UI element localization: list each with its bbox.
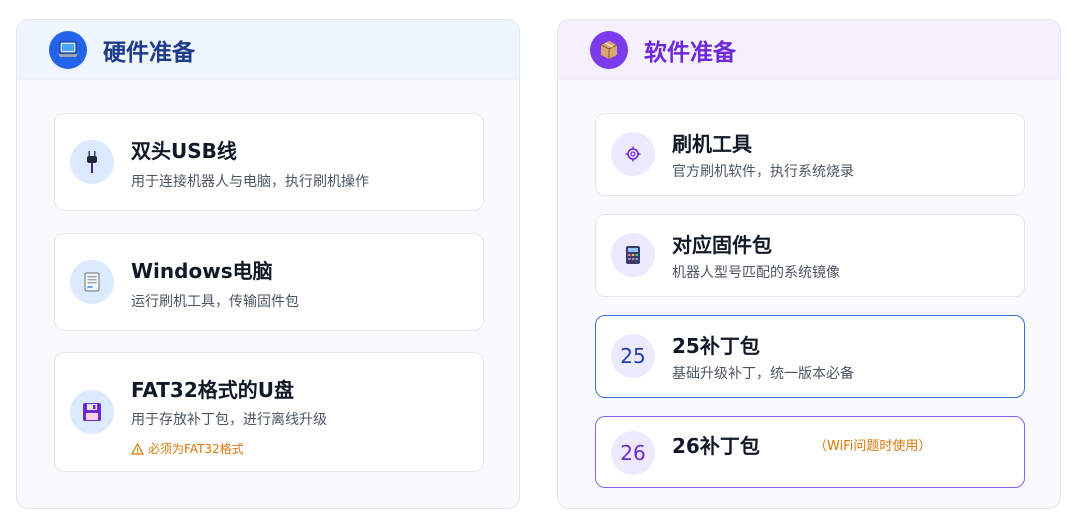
software-item-flash-tool[interactable]: 刷机工具 官方刷机软件，执行系统烧录 <box>595 113 1025 196</box>
item-desc: 用于连接机器人与电脑，执行刷机操作 <box>131 174 369 190</box>
item-desc: 运行刷机工具，传输固件包 <box>131 294 299 310</box>
software-item-patch-25[interactable]: 25 25补丁包 基础升级补丁，统一版本必备 <box>595 315 1025 398</box>
floppy-disk-icon <box>70 390 114 434</box>
computer-icon <box>70 260 114 304</box>
software-panel-header: 软件准备 <box>558 20 1060 80</box>
item-title: 25补丁包 <box>672 334 760 358</box>
item-title: FAT32格式的U盘 <box>131 378 295 402</box>
hardware-item-usb-drive[interactable]: FAT32格式的U盘 用于存放补丁包，进行离线升级 必须为FAT32格式 <box>54 352 484 472</box>
hardware-item-windows-pc[interactable]: Windows电脑 运行刷机工具，传输固件包 <box>54 233 484 331</box>
item-desc: 官方刷机软件，执行系统烧录 <box>672 164 854 180</box>
software-panel: 软件准备 刷机工具 官方刷机软件，执行系统烧录 对应固件包 机器人型号匹配的系统… <box>557 19 1061 509</box>
software-panel-title: 软件准备 <box>644 39 736 66</box>
item-desc: 机器人型号匹配的系统镜像 <box>672 265 840 281</box>
item-title: Windows电脑 <box>131 259 273 283</box>
calculator-icon <box>611 233 655 277</box>
software-item-firmware[interactable]: 对应固件包 机器人型号匹配的系统镜像 <box>595 214 1025 297</box>
item-title: 对应固件包 <box>672 233 772 257</box>
item-title: 双头USB线 <box>131 139 237 163</box>
format-warning: 必须为FAT32格式 <box>131 440 244 457</box>
hardware-panel-title: 硬件准备 <box>103 39 195 66</box>
warning-icon <box>131 442 144 455</box>
patch-26-badge: 26 <box>611 431 655 475</box>
item-desc: 用于存放补丁包，进行离线升级 <box>131 412 327 428</box>
hardware-item-usb-cable[interactable]: 双头USB线 用于连接机器人与电脑，执行刷机操作 <box>54 113 484 211</box>
patch-25-badge: 25 <box>611 334 655 378</box>
item-title: 刷机工具 <box>672 132 752 156</box>
laptop-icon <box>49 30 87 69</box>
gear-icon <box>611 132 655 176</box>
item-title: 26补丁包 <box>672 434 760 458</box>
item-desc: 基础升级补丁，统一版本必备 <box>672 366 854 382</box>
package-icon <box>590 30 628 69</box>
warning-text: 必须为FAT32格式 <box>148 442 244 456</box>
badge-number: 26 <box>620 441 646 465</box>
hardware-panel-header: 硬件准备 <box>17 20 519 80</box>
item-note: （WiFi问题时使用） <box>814 439 932 454</box>
hardware-panel: 硬件准备 双头USB线 用于连接机器人与电脑，执行刷机操作 Windows电脑 … <box>16 19 520 509</box>
badge-number: 25 <box>620 344 646 368</box>
usb-plug-icon <box>70 140 114 184</box>
software-item-patch-26[interactable]: 26 26补丁包 （WiFi问题时使用） <box>595 416 1025 488</box>
